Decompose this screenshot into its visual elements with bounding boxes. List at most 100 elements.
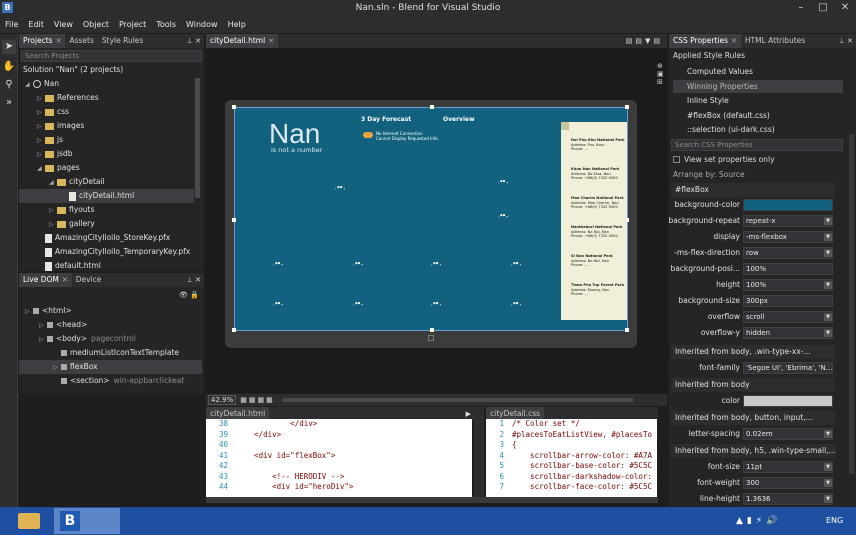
language-indicator[interactable]: ENG xyxy=(826,516,843,525)
selection-handle[interactable] xyxy=(232,328,236,332)
collapsed-arrow-icon[interactable]: ▷ xyxy=(37,92,45,106)
chevron-down-icon[interactable]: ▼ xyxy=(824,430,832,438)
css-prop-value[interactable]: 300 xyxy=(743,477,833,489)
dom-expand-arrow-icon[interactable]: ▷ xyxy=(39,319,47,333)
park-item[interactable]: Khun Nan National Park Address: Bo Klua, … xyxy=(571,167,627,181)
selection-handle[interactable] xyxy=(232,105,236,109)
css-prop-value[interactable] xyxy=(743,395,833,407)
code-line[interactable]: 4 scrollbar-arrow-color: #A7A xyxy=(486,451,657,462)
css-prop-value[interactable]: 11pt xyxy=(743,461,833,473)
css-prop-row[interactable]: height 100% ▼ xyxy=(671,277,835,293)
maximize-button[interactable]: □ xyxy=(812,0,834,16)
style-rule-item[interactable]: ::selection (ui-dark.css) xyxy=(673,123,843,136)
selection-tool-icon[interactable]: ➤ xyxy=(2,40,16,54)
dom-expand-arrow-icon[interactable]: ▷ xyxy=(53,361,61,375)
park-item[interactable]: Mae Charim National Park Address: Mae Cha… xyxy=(571,196,627,210)
style-rule-item[interactable]: Computed Values xyxy=(673,65,843,78)
dom-tree-item[interactable]: ▷ <body> pagecontrol xyxy=(19,332,202,346)
css-prop-row[interactable]: background-repeat repeat-x ▼ xyxy=(668,213,835,229)
code-line[interactable]: 42 xyxy=(206,461,472,472)
nav-forecast[interactable]: 3 Day Forecast xyxy=(361,116,411,123)
dom-tree-item[interactable]: ▷ <html> xyxy=(19,304,202,318)
code-line[interactable]: 41 <div id="flexBox"> xyxy=(206,451,472,462)
chevron-down-icon[interactable]: ▼ xyxy=(824,281,832,289)
css-prop-row[interactable]: -ms-flex-direction row ▼ xyxy=(671,245,835,261)
editor-splitter[interactable] xyxy=(474,407,484,497)
css-editor[interactable]: 1 /* Color set */ 2 #placesToEatListView, #… xyxy=(486,419,657,497)
park-item[interactable]: Nanthaburi National Park Address: Na Noi,… xyxy=(571,225,627,239)
close-icon[interactable]: ✕ xyxy=(62,276,68,284)
html-editor[interactable]: 38 </div> 39 </div> 40 41 <div id="flexBox"… xyxy=(206,419,472,497)
code-line[interactable]: 6 scrollbar-darkshadow-color: xyxy=(486,472,657,483)
code-line[interactable]: 7 scrollbar-face-color: #5C5C xyxy=(486,482,657,493)
collapsed-arrow-icon[interactable]: ▷ xyxy=(37,134,45,148)
tab-style-rules[interactable]: Style Rules xyxy=(98,34,147,48)
collapsed-arrow-icon[interactable]: ▷ xyxy=(49,204,57,218)
split-icon[interactable]: ▶ xyxy=(466,410,474,418)
close-icon[interactable]: ✕ xyxy=(731,37,737,45)
css-prop-value[interactable]: row xyxy=(743,247,833,259)
css-prop-row[interactable]: display -ms-flexbox ▼ xyxy=(671,229,835,245)
css-prop-value[interactable]: 1.3636 xyxy=(743,493,833,505)
park-item[interactable]: Tham Pha Tup Forest Park Address: Muang, … xyxy=(571,283,627,297)
css-prop-value[interactable]: 0.02em xyxy=(743,428,833,440)
css-prop-value[interactable]: 300px xyxy=(743,295,833,307)
chevron-down-icon[interactable]: ▼ xyxy=(824,495,832,503)
zoom-level[interactable]: 42.9% xyxy=(208,395,237,405)
css-prop-value[interactable]: 'Segoe UI', 'Ebrima', 'N... xyxy=(743,362,833,374)
selection-handle[interactable] xyxy=(232,218,236,222)
tree-item[interactable]: ▷ css xyxy=(19,105,194,119)
menu-window[interactable]: Window xyxy=(181,16,223,33)
park-item[interactable]: Dol Phu Khu National Park Address: Puu Xu… xyxy=(571,138,627,152)
css-prop-value[interactable] xyxy=(743,199,833,211)
code-line[interactable]: 44 <div id="heroDiv"> xyxy=(206,482,472,493)
menu-tools[interactable]: Tools xyxy=(151,16,181,33)
menu-view[interactable]: View xyxy=(49,16,78,33)
horizontal-scrollbar[interactable] xyxy=(282,398,633,402)
css-prop-row[interactable]: font-family 'Segoe UI', 'Ebrima', 'N... xyxy=(671,360,835,376)
park-item[interactable]: Si Nan National Park Address: Na Noi, Nan… xyxy=(571,254,627,268)
inherited-section-header[interactable]: Inherited from body xyxy=(671,378,835,392)
tab-citydetail-html[interactable]: cityDetail.html ✕ xyxy=(206,34,279,48)
tree-item[interactable]: ▷ gallery xyxy=(19,217,194,231)
eye-lock-icons[interactable]: 👁 🔒 xyxy=(179,291,199,299)
css-prop-row[interactable]: overflow-y hidden ▼ xyxy=(671,325,835,341)
dom-tree-item[interactable]: ▷ flexBox xyxy=(19,360,202,374)
selection-handle[interactable] xyxy=(625,105,629,109)
inherited-section-header[interactable]: Inherited from body, h5, .win-type-small… xyxy=(671,444,835,458)
artboard-options-icon[interactable]: ▦▦▦▦ xyxy=(240,396,274,404)
css-prop-row[interactable]: background-size 300px xyxy=(671,293,835,309)
tree-item[interactable]: ◢ pages xyxy=(19,161,194,175)
css-prop-value[interactable]: repeat-x xyxy=(743,215,833,227)
close-icon[interactable]: ✕ xyxy=(268,37,274,45)
expand-tools-icon[interactable]: » xyxy=(2,96,16,110)
dom-tree-item[interactable]: ▷ <head> xyxy=(19,318,202,332)
css-prop-row[interactable]: letter-spacing 0.02em ▼ xyxy=(671,426,835,442)
menu-file[interactable]: File xyxy=(0,16,23,33)
dom-expand-arrow-icon[interactable]: ▷ xyxy=(25,305,33,319)
menu-object[interactable]: Object xyxy=(78,16,114,33)
tab-assets[interactable]: Assets xyxy=(65,34,97,48)
close-button[interactable]: ✕ xyxy=(834,0,856,16)
chevron-down-icon[interactable]: ▼ xyxy=(824,463,832,471)
css-prop-row[interactable]: overflow scroll ▼ xyxy=(671,309,835,325)
minimize-button[interactable]: – xyxy=(790,0,812,16)
menu-edit[interactable]: Edit xyxy=(23,16,49,33)
tree-item[interactable]: ▷ References xyxy=(19,91,194,105)
dom-tree-item[interactable]: <section> win-appbarclickeat xyxy=(19,374,202,388)
code-line[interactable]: 38 </div> xyxy=(206,419,472,430)
css-prop-row[interactable]: background-posi... 100% xyxy=(670,261,835,277)
tab-device[interactable]: Device xyxy=(72,273,106,287)
chevron-down-icon[interactable]: ▼ xyxy=(824,479,832,487)
blend-taskbar-button[interactable]: B xyxy=(54,508,120,534)
code-line[interactable]: 40 xyxy=(206,440,472,451)
dom-expand-arrow-icon[interactable]: ▷ xyxy=(39,333,47,347)
dom-tree-item[interactable]: mediumListIconTextTemplate xyxy=(19,346,202,360)
artboard-side-controls[interactable]: ⊕ ▣ ⊞ xyxy=(657,62,667,102)
tab-live-dom[interactable]: Live DOM ✕ xyxy=(19,273,72,287)
code-line[interactable]: 3{ xyxy=(486,440,657,451)
inherited-section-header[interactable]: Inherited from body, .win-type-xx-... xyxy=(671,345,835,359)
view-controls-icon[interactable]: ▤▤▼▤ xyxy=(626,37,667,45)
chevron-down-icon[interactable]: ▼ xyxy=(824,329,832,337)
css-prop-value[interactable]: scroll xyxy=(743,311,833,323)
